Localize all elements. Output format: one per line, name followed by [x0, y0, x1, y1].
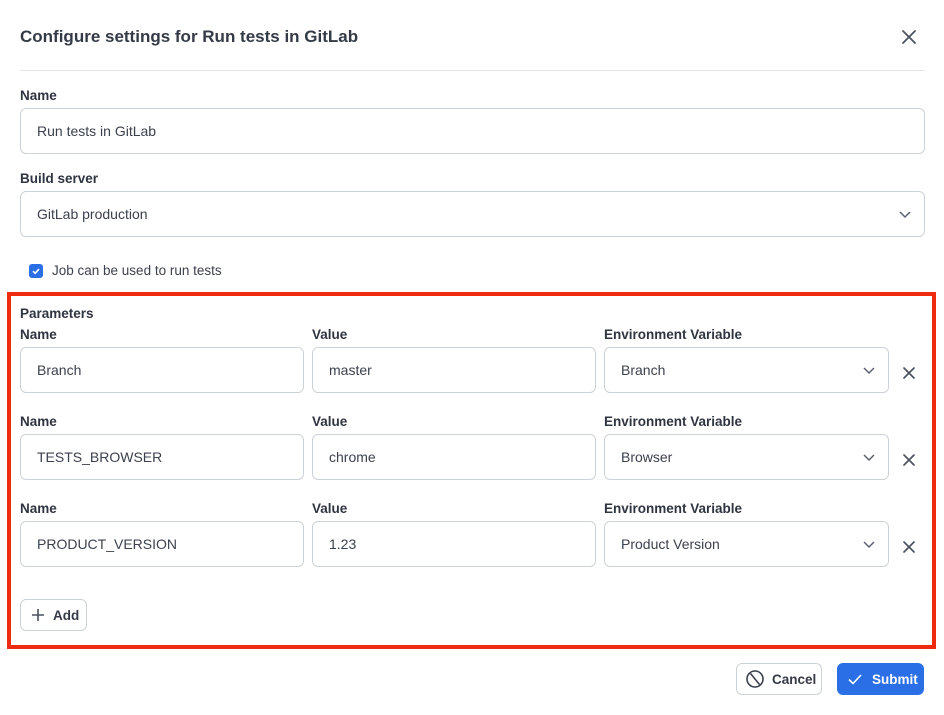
build-server-select[interactable]: GitLab production	[20, 191, 925, 237]
submit-button[interactable]: Submit	[837, 663, 924, 695]
close-icon	[903, 367, 915, 379]
param-env-label: Environment Variable	[604, 414, 743, 429]
param-name-label: Name	[20, 414, 57, 429]
param-name-input[interactable]: TESTS_BROWSER	[20, 434, 304, 480]
job-tests-checkbox[interactable]	[29, 264, 43, 278]
param-value-input[interactable]: master	[312, 347, 596, 393]
dialog-title: Configure settings for Run tests in GitL…	[20, 27, 359, 46]
close-icon	[903, 454, 915, 466]
param-value-label: Value	[312, 501, 348, 516]
name-input-value: Run tests in GitLab	[37, 123, 157, 139]
remove-parameter-button[interactable]	[901, 452, 917, 468]
param-env-select[interactable]: Branch	[604, 347, 889, 393]
param-env-label: Environment Variable	[604, 501, 743, 516]
param-env-value: Browser	[621, 449, 673, 465]
add-parameter-button[interactable]: Add	[20, 599, 87, 631]
param-name-value: Branch	[37, 362, 82, 378]
plus-icon	[32, 609, 44, 621]
param-value-input[interactable]: 1.23	[312, 521, 596, 567]
submit-label: Submit	[872, 671, 918, 687]
chevron-down-icon	[863, 367, 875, 375]
add-label: Add	[53, 607, 80, 623]
chevron-down-icon	[863, 454, 875, 462]
param-value-label: Value	[312, 414, 348, 429]
param-env-value: Product Version	[621, 536, 720, 552]
param-name-input[interactable]: PRODUCT_VERSION	[20, 521, 304, 567]
build-server-value: GitLab production	[37, 206, 148, 222]
param-value-input[interactable]: chrome	[312, 434, 596, 480]
param-value-label: Value	[312, 327, 348, 342]
close-button[interactable]	[898, 26, 920, 48]
checkmark-icon	[848, 674, 862, 685]
cancel-icon	[746, 670, 764, 688]
param-name-value: PRODUCT_VERSION	[37, 536, 178, 552]
param-name-label: Name	[20, 501, 57, 516]
param-value-value: chrome	[329, 449, 376, 465]
name-label: Name	[20, 88, 57, 103]
remove-parameter-button[interactable]	[901, 365, 917, 381]
build-server-label: Build server	[20, 171, 99, 186]
parameters-section-label: Parameters	[20, 306, 94, 321]
param-env-value: Branch	[621, 362, 666, 378]
remove-parameter-button[interactable]	[901, 539, 917, 555]
param-value-value: master	[329, 362, 372, 378]
param-name-label: Name	[20, 327, 57, 342]
close-icon	[903, 541, 915, 553]
name-input[interactable]: Run tests in GitLab	[20, 108, 925, 154]
param-name-input[interactable]: Branch	[20, 347, 304, 393]
checkmark-icon	[32, 268, 40, 275]
chevron-down-icon	[899, 211, 911, 219]
param-name-value: TESTS_BROWSER	[37, 449, 163, 465]
job-tests-checkbox-label: Job can be used to run tests	[52, 263, 222, 278]
cancel-label: Cancel	[772, 671, 817, 687]
cancel-button[interactable]: Cancel	[736, 663, 822, 695]
chevron-down-icon	[863, 541, 875, 549]
param-value-value: 1.23	[329, 536, 357, 552]
close-icon	[902, 30, 916, 44]
param-env-select[interactable]: Browser	[604, 434, 889, 480]
param-env-label: Environment Variable	[604, 327, 743, 342]
header-divider	[20, 70, 925, 71]
param-env-select[interactable]: Product Version	[604, 521, 889, 567]
